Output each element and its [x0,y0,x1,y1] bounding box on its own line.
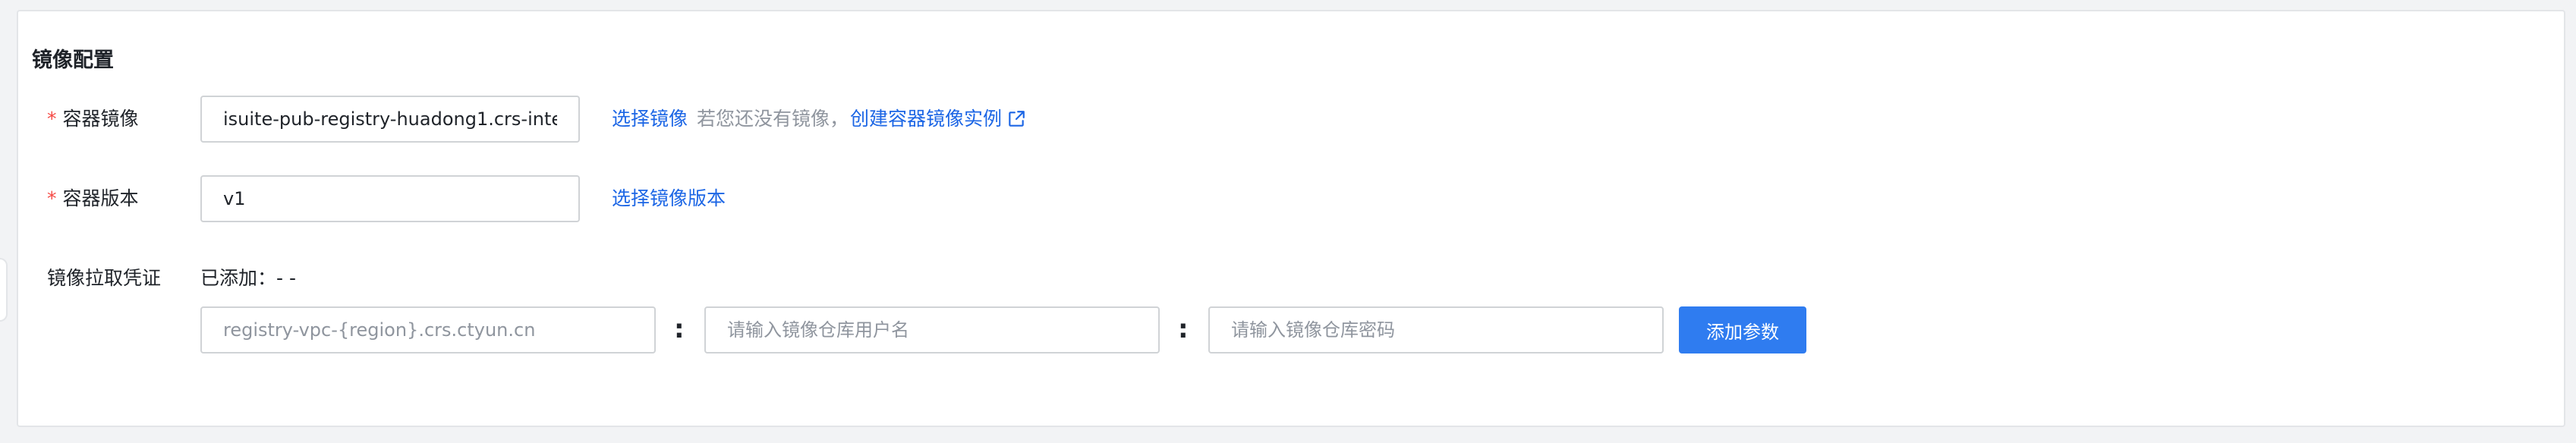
side-collapse-tab[interactable] [0,258,8,322]
external-link-icon[interactable] [1006,109,1026,129]
image-label-row: * 容器镜像 [47,105,139,133]
select-version-link[interactable]: 选择镜像版本 [612,185,726,212]
version-input[interactable] [200,175,580,222]
added-credentials-text: 已添加：- - [200,267,296,289]
registry-password-input[interactable] [1208,306,1664,353]
image-label: 容器镜像 [62,108,139,130]
section-title: 镜像配置 [32,49,114,72]
select-image-link[interactable]: 选择镜像 [612,105,688,133]
image-input[interactable] [200,96,580,143]
separator-colon: : [1178,314,1189,344]
credential-label: 镜像拉取凭证 [47,267,162,289]
create-registry-instance-link[interactable]: 创建容器镜像实例 [850,105,1002,133]
registry-address-input[interactable] [200,306,656,353]
version-label: 容器版本 [62,187,139,209]
required-mark: * [47,187,57,209]
version-label-row: * 容器版本 [47,185,139,212]
separator-colon: : [674,314,685,344]
add-parameter-button[interactable]: 添加参数 [1679,306,1806,353]
required-mark: * [47,108,57,130]
no-image-hint: 若您还没有镜像， [697,108,849,130]
registry-username-input[interactable] [704,306,1160,353]
